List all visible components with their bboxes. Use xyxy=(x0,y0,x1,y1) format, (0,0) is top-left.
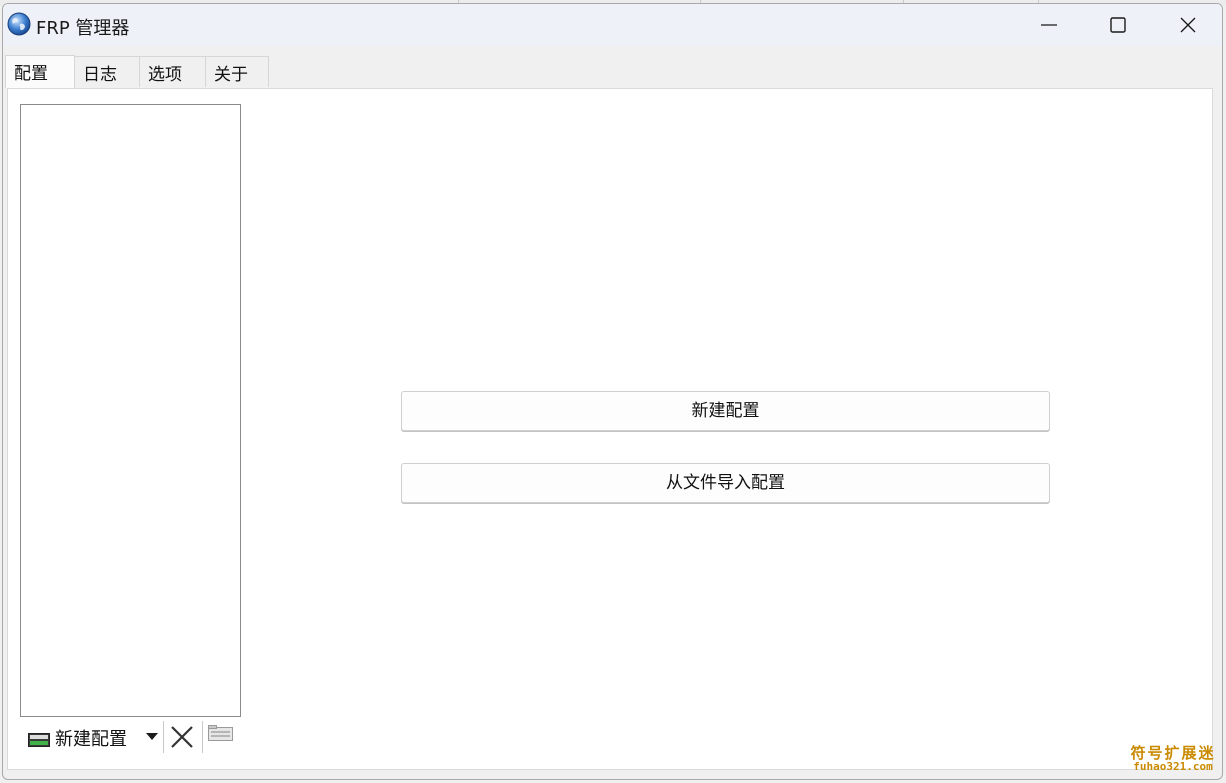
minimize-button[interactable] xyxy=(1015,4,1083,46)
terminal-icon xyxy=(28,733,50,747)
delete-config-button[interactable] xyxy=(168,723,196,751)
config-list[interactable] xyxy=(20,104,241,717)
toolbar-separator xyxy=(202,721,203,753)
toolbar-separator xyxy=(163,721,164,753)
watermark-en: fuhao321.com xyxy=(1133,760,1213,773)
maximize-button[interactable] xyxy=(1084,4,1152,46)
tab-about[interactable]: 关于 xyxy=(205,56,269,87)
chevron-down-icon xyxy=(146,733,158,740)
maximize-icon xyxy=(1110,17,1126,33)
close-window-button[interactable] xyxy=(1154,4,1222,46)
globe-app-icon xyxy=(7,12,31,36)
new-config-dropdown-button[interactable]: 新建配置 xyxy=(24,721,158,753)
app-window: FRP 管理器 配置 日志 选项 关于 新建配置 新建配置 从文件导入配置 xyxy=(2,3,1223,780)
minimize-icon xyxy=(1041,24,1057,26)
window-title: FRP 管理器 xyxy=(36,18,130,39)
config-panel: 新建配置 新建配置 从文件导入配置 xyxy=(7,88,1213,770)
tab-config[interactable]: 配置 xyxy=(5,55,75,88)
import-config-button[interactable] xyxy=(208,725,236,749)
watermark-logo: 符号扩展迷 fuhao321.com xyxy=(1128,745,1218,773)
tab-log[interactable]: 日志 xyxy=(74,56,140,87)
tab-options[interactable]: 选项 xyxy=(139,56,206,87)
title-bar[interactable]: FRP 管理器 xyxy=(3,4,1222,46)
watermark-cn: 符号扩展迷 xyxy=(1130,744,1216,762)
new-config-label: 新建配置 xyxy=(55,729,127,750)
close-x-icon xyxy=(171,726,193,748)
new-config-button[interactable]: 新建配置 xyxy=(401,391,1050,431)
import-config-button-main[interactable]: 从文件导入配置 xyxy=(401,463,1050,503)
file-import-icon xyxy=(208,725,233,741)
close-icon xyxy=(1180,17,1196,33)
config-toolbar: 新建配置 xyxy=(20,719,250,755)
